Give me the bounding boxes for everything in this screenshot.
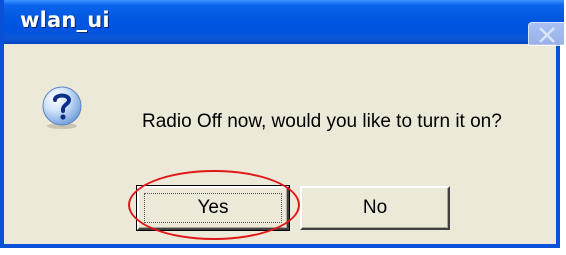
dialog-window: wlan_ui Radio Off now, would you like to… (0, 0, 564, 248)
close-icon (539, 27, 555, 43)
dialog-message: Radio Off now, would you like to turn it… (142, 111, 502, 132)
yes-button[interactable]: Yes (136, 185, 290, 231)
no-button[interactable]: No (300, 186, 450, 230)
no-button-label: No (362, 197, 388, 218)
close-button[interactable] (528, 22, 564, 46)
question-icon (40, 86, 84, 130)
focus-rectangle (144, 193, 282, 223)
window-title: wlan_ui (20, 8, 110, 32)
title-bar[interactable]: wlan_ui (4, 0, 564, 46)
